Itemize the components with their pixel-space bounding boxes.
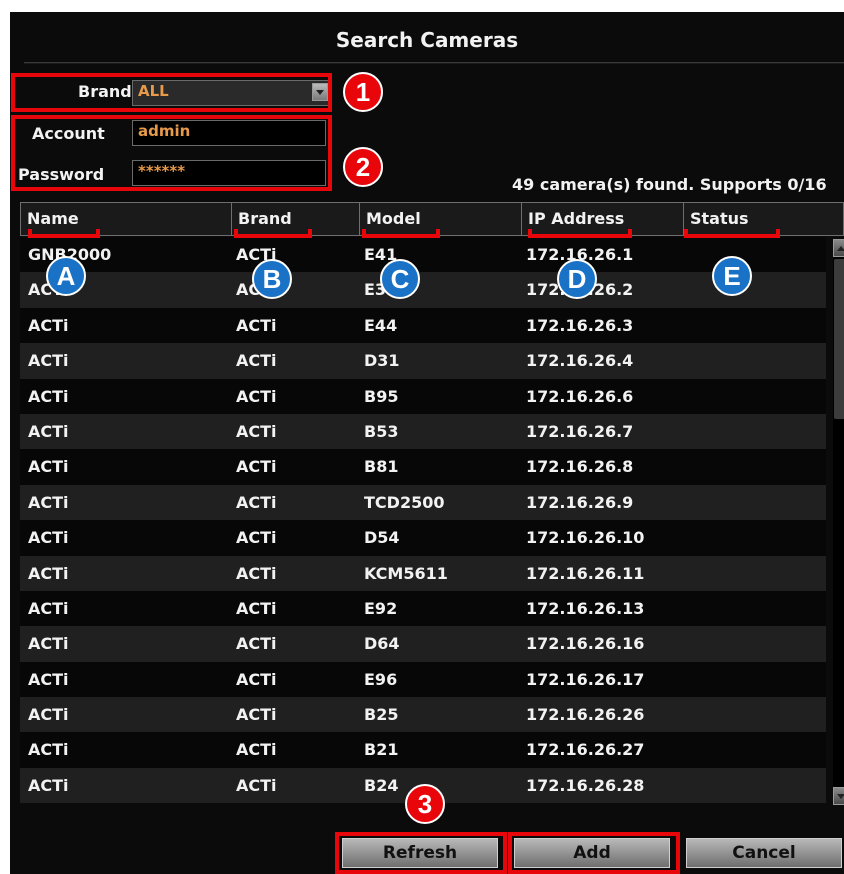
callout-d: D (557, 259, 597, 299)
cell-model: B21 (364, 740, 399, 760)
table-row[interactable]: ACTi ACTi KCM5611 172.16.26.11 (20, 555, 826, 591)
cell-ip-address: 172.16.26.28 (526, 775, 645, 795)
callout-1: 1 (343, 72, 383, 112)
arrow-up-icon[interactable] (833, 239, 844, 257)
cell-brand: ACTi (236, 386, 277, 406)
cell-ip-address: 172.16.26.9 (526, 492, 634, 512)
cell-ip-address: 172.16.26.10 (526, 528, 645, 548)
cell-model: B25 (364, 705, 399, 725)
cell-name: ACTi (28, 492, 69, 512)
cell-ip-address: 172.16.26.6 (526, 386, 634, 406)
cell-ip-address: 172.16.26.13 (526, 598, 645, 618)
cell-model: E44 (364, 315, 398, 335)
scrollbar-thumb[interactable] (834, 259, 844, 419)
callout-2: 2 (343, 147, 383, 187)
cell-ip-address: 172.16.26.7 (526, 421, 634, 441)
title-divider (24, 62, 844, 64)
cell-brand: ACTi (236, 457, 277, 477)
cell-ip-address: 172.16.26.16 (526, 634, 645, 654)
underline-name (28, 229, 100, 238)
callout-3: 3 (405, 784, 445, 824)
table-row[interactable]: ACTi ACTi B21 172.16.26.27 (20, 732, 826, 768)
cell-name: ACTi (28, 457, 69, 477)
table-row[interactable]: ACTi ACTi E92 172.16.26.13 (20, 590, 826, 627)
cell-ip-address: 172.16.26.4 (526, 351, 634, 371)
cell-model: E92 (364, 598, 398, 618)
highlight-refresh (335, 832, 507, 874)
highlight-credentials (11, 115, 332, 191)
cell-ip-address: 172.16.26.8 (526, 457, 634, 477)
cell-model: D64 (364, 634, 400, 654)
cell-name: ACTi (28, 669, 69, 689)
cell-name: ACTi (28, 705, 69, 725)
cell-ip-address: 172.16.26.3 (526, 315, 634, 335)
table-row[interactable]: ACTi ACTi E44 172.16.26.3 (20, 307, 826, 344)
underline-brand (234, 229, 312, 238)
search-status-text: 49 camera(s) found. Supports 0/16 (512, 175, 827, 194)
callout-a: A (46, 256, 86, 296)
cell-name: ACTi (28, 351, 69, 371)
table-row[interactable]: ACTiACTiE33172.16.26.2 (20, 272, 826, 308)
table-row[interactable]: ACTi ACTi D54 172.16.26.10 (20, 520, 826, 556)
cell-model: E96 (364, 669, 398, 689)
callout-e: E (712, 256, 752, 296)
callout-b: B (252, 259, 292, 299)
cell-model: D31 (364, 351, 400, 371)
cell-brand: ACTi (236, 634, 277, 654)
cell-name: ACTi (28, 421, 69, 441)
cell-brand: ACTi (236, 669, 277, 689)
arrow-down-icon[interactable] (833, 787, 844, 805)
underline-model (362, 229, 440, 238)
cell-ip-address: 172.16.26.26 (526, 705, 645, 725)
cell-model: B81 (364, 457, 399, 477)
cell-brand: ACTi (236, 315, 277, 335)
table-row[interactable]: ACTi ACTi D31 172.16.26.4 (20, 343, 826, 379)
cell-model: B53 (364, 421, 399, 441)
cell-name: ACTi (28, 634, 69, 654)
cell-brand: ACTi (236, 563, 277, 583)
dialog-title: Search Cameras (335, 28, 519, 52)
cell-brand: ACTi (236, 492, 277, 512)
cell-brand: ACTi (236, 528, 277, 548)
cell-brand: ACTi (236, 740, 277, 760)
table-row[interactable]: ACTi ACTi B25 172.16.26.26 (20, 697, 826, 733)
table-row[interactable]: ACTi ACTi B53 172.16.26.7 (20, 413, 826, 450)
cell-ip-address: 172.16.26.11 (526, 563, 645, 583)
cell-name: ACTi (28, 315, 69, 335)
cell-name: ACTi (28, 740, 69, 760)
table-row[interactable]: GNB2000 ACTi E41 172.16.26.1 (20, 237, 826, 273)
table-row[interactable]: ACTi ACTi TCD2500 172.16.26.9 (20, 484, 826, 521)
cancel-button[interactable]: Cancel (686, 838, 842, 868)
cell-model: D54 (364, 528, 400, 548)
underline-status (684, 229, 780, 238)
table-scrollbar[interactable] (833, 239, 844, 805)
table-body: GNB2000ACTiE41172.16.26.1ACTiACTiE33172.… (20, 237, 826, 804)
cell-brand: ACTi (236, 775, 277, 795)
highlight-brand (11, 73, 332, 112)
cell-model: B24 (364, 775, 399, 795)
table-row[interactable]: ACTi ACTi E96 172.16.26.17 (20, 661, 826, 698)
underline-ip-address (528, 229, 632, 238)
cell-ip-address: 172.16.26.27 (526, 740, 645, 760)
cell-name: ACTi (28, 563, 69, 583)
cell-brand: ACTi (236, 351, 277, 371)
callout-c: C (380, 259, 420, 299)
table-row[interactable]: ACTi ACTi D64 172.16.26.16 (20, 626, 826, 662)
cell-model: B95 (364, 386, 399, 406)
cell-brand: ACTi (236, 421, 277, 441)
cell-name: ACTi (28, 386, 69, 406)
cell-ip-address: 172.16.26.17 (526, 669, 645, 689)
cell-brand: ACTi (236, 705, 277, 725)
table-row[interactable]: ACTi ACTi B95 172.16.26.6 (20, 378, 826, 414)
table-row[interactable]: ACTi ACTi B81 172.16.26.8 (20, 449, 826, 485)
cell-model: KCM5611 (364, 563, 448, 583)
cell-model: TCD2500 (364, 492, 445, 512)
highlight-add (508, 832, 680, 874)
cell-name: ACTi (28, 775, 69, 795)
cell-name: ACTi (28, 528, 69, 548)
cell-name: ACTi (28, 598, 69, 618)
cell-brand: ACTi (236, 598, 277, 618)
